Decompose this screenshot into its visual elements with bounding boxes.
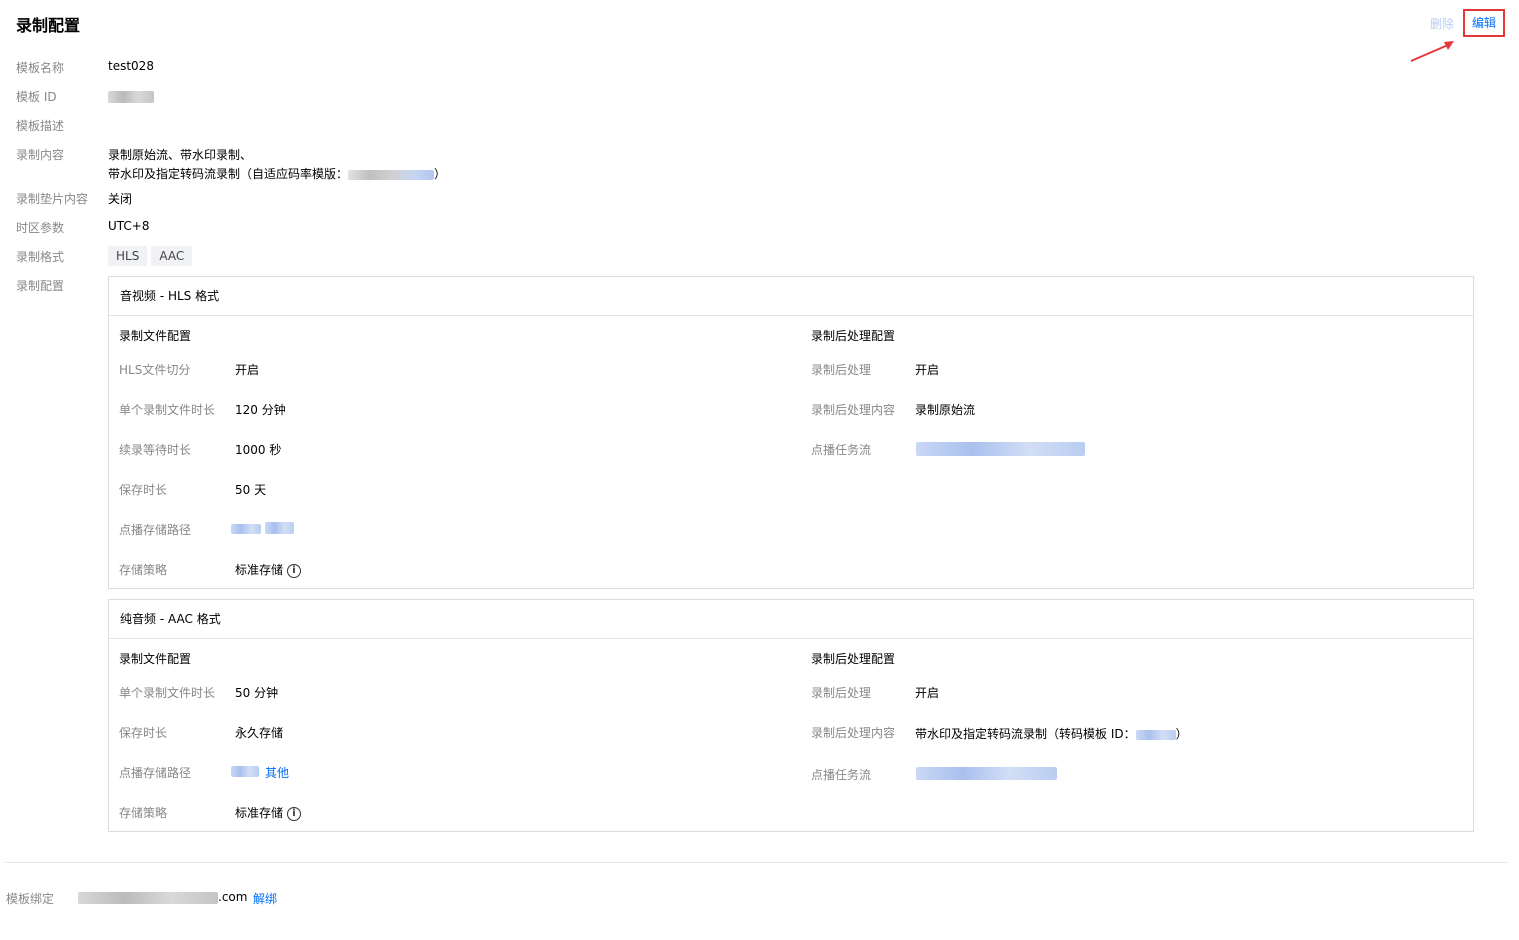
hls-post-config-heading: 录制后处理配置 [811, 329, 896, 343]
aac-post-content-label: 录制后处理内容 [811, 726, 896, 740]
hls-storage-path-label: 点播存储路径 [119, 523, 192, 537]
hls-resume-label: 续录等待时长 [119, 443, 192, 457]
record-content-label: 录制内容 [16, 148, 65, 162]
aac-post-value: 开启 [915, 686, 940, 700]
hls-split-label: HLS文件切分 [119, 363, 191, 377]
hls-post-content-label: 录制后处理内容 [811, 403, 896, 417]
red-arrow-icon [1410, 41, 1454, 62]
hls-retention-value: 50 天 [235, 483, 267, 497]
aac-retention-label: 保存时长 [119, 726, 168, 740]
template-id-value [108, 91, 154, 103]
aac-config-panel: 纯音频 - AAC 格式 [108, 599, 1474, 832]
format-tag-hls: HLS [108, 246, 148, 266]
aac-storage-path-blur [231, 766, 259, 777]
hls-file-config-heading: 录制文件配置 [119, 329, 192, 343]
hls-config-panel: 音视频 - HLS 格式 [108, 276, 1474, 589]
hls-resume-value: 1000 秒 [235, 443, 282, 457]
page-title: 录制配置 [16, 16, 81, 35]
hls-split-value: 开启 [235, 363, 260, 377]
hls-storage-policy-label: 存储策略 [119, 563, 168, 577]
record-content-line1: 录制原始流、带水印录制、 [108, 148, 253, 162]
hls-task-flow-label: 点播任务流 [811, 443, 872, 457]
timezone-value: UTC+8 [108, 219, 150, 233]
aac-storage-policy-value: 标准存储 i [235, 804, 302, 821]
aac-retention-value: 永久存储 [235, 726, 284, 740]
aac-post-content-value: 带水印及指定转码流录制（转码模板 ID：） [915, 727, 1188, 741]
hls-duration-label: 单个录制文件时长 [119, 403, 216, 417]
hls-post-content-value: 录制原始流 [915, 403, 976, 417]
aac-post-label: 录制后处理 [811, 686, 872, 700]
template-desc-label: 模板描述 [16, 119, 65, 133]
hls-retention-label: 保存时长 [119, 483, 168, 497]
delete-button[interactable]: 删除 [1430, 15, 1454, 32]
template-binding-label: 模板绑定 [6, 892, 55, 906]
aac-panel-title: 纯音频 - AAC 格式 [109, 600, 1473, 639]
aac-storage-path-link[interactable]: 其他 [265, 764, 289, 781]
record-config-label: 录制配置 [16, 279, 65, 293]
bound-domain: .com [78, 890, 247, 904]
aac-post-config-heading: 录制后处理配置 [811, 652, 896, 666]
timezone-label: 时区参数 [16, 221, 65, 235]
hls-storage-path-part1 [231, 524, 261, 534]
aac-storage-path-label: 点播存储路径 [119, 766, 192, 780]
edit-button[interactable]: 编辑 [1463, 9, 1505, 37]
info-circle-icon[interactable]: i [287, 806, 302, 821]
adaptive-template-id [348, 169, 435, 180]
unbind-button[interactable]: 解绑 [253, 890, 277, 907]
section-divider [5, 862, 1508, 863]
hls-storage-policy-value: 标准存储 i [235, 561, 302, 578]
hls-post-value: 开启 [915, 363, 940, 377]
format-tags: HLS AAC [108, 246, 196, 266]
aac-task-flow-value [916, 767, 1057, 780]
record-content-line2: 带水印及指定转码流录制（自适应码率模版：） [108, 167, 447, 181]
slate-value: 关闭 [108, 192, 133, 206]
hls-panel-title: 音视频 - HLS 格式 [109, 277, 1473, 316]
hls-storage-path-part2[interactable] [265, 522, 294, 534]
aac-storage-policy-label: 存储策略 [119, 806, 168, 820]
template-id-label: 模板 ID [16, 90, 57, 104]
info-circle-icon[interactable]: i [287, 563, 302, 578]
aac-file-config-heading: 录制文件配置 [119, 652, 192, 666]
hls-task-flow-value [916, 442, 1085, 456]
aac-duration-value: 50 分钟 [235, 686, 279, 700]
aac-duration-label: 单个录制文件时长 [119, 686, 216, 700]
slate-label: 录制垫片内容 [16, 192, 89, 206]
hls-post-label: 录制后处理 [811, 363, 872, 377]
format-label: 录制格式 [16, 250, 65, 264]
aac-transcode-template-id [1135, 729, 1176, 740]
hls-duration-value: 120 分钟 [235, 403, 286, 417]
format-tag-aac: AAC [151, 246, 193, 266]
aac-task-flow-label: 点播任务流 [811, 768, 872, 782]
template-name-label: 模板名称 [16, 61, 65, 75]
bound-domain-blur [78, 891, 218, 904]
template-name-value: test028 [108, 59, 154, 73]
